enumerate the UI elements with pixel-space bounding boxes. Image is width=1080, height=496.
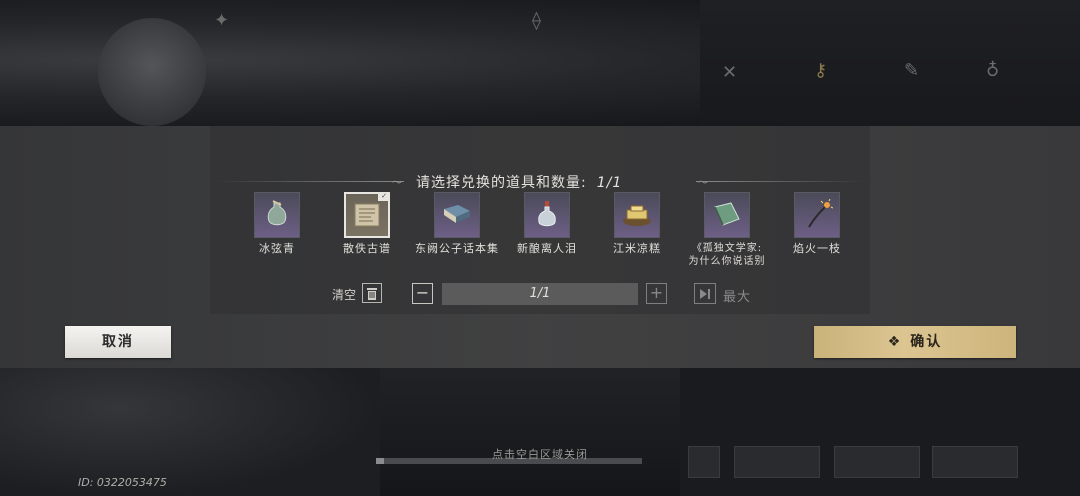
book-icon <box>434 192 480 238</box>
item-slot[interactable]: 东阙公子话本集 <box>412 192 502 256</box>
minimap <box>98 18 206 126</box>
lantern-icon: ✦ <box>214 10 230 31</box>
skip-to-end-icon <box>700 288 710 299</box>
title-divider-left <box>214 181 404 182</box>
decrease-button[interactable]: − <box>412 283 433 304</box>
quantity-row: 清空 − 1/1 + 最大 <box>330 282 760 306</box>
item-name: 东阙公子话本集 <box>415 242 499 255</box>
minus-icon: − <box>415 283 430 302</box>
vase-icon <box>254 192 300 238</box>
scroll-icon: ✓ <box>344 192 390 238</box>
clear-button[interactable] <box>362 283 382 303</box>
diamond-icon: ❖ <box>887 334 903 350</box>
dialog-title: 请选择兑换的道具和数量: 1/1 <box>416 172 622 192</box>
quantity-slider[interactable]: 1/1 <box>442 283 638 305</box>
key-icon: ⚷ <box>814 60 828 81</box>
increase-button[interactable]: + <box>646 283 667 304</box>
trash-icon <box>367 287 377 300</box>
item-slot[interactable]: 冰弦青 <box>232 192 322 256</box>
dialog-title-row: 〜 请选择兑换的道具和数量: 1/1 〜 <box>214 172 866 192</box>
max-label: 最大 <box>723 290 752 305</box>
close-x-icon: ✕ <box>722 62 738 83</box>
plus-icon: + <box>649 283 664 302</box>
title-divider-right <box>696 181 866 182</box>
dialog-title-text: 请选择兑换的道具和数量: <box>416 175 587 191</box>
background-inventory-panel <box>700 0 1080 126</box>
confirm-button-label: 确认 <box>910 334 943 350</box>
item-slot[interactable]: 焰火一枝 <box>772 192 862 256</box>
item-slot-selected[interactable]: ✓ 散佚古谱 <box>322 192 412 256</box>
cake-icon <box>614 192 660 238</box>
bottle-icon <box>524 192 570 238</box>
item-slot[interactable]: 新酿离人泪 <box>502 192 592 256</box>
item-slot[interactable]: 《孤独文学家: 为什么你说话别 <box>682 192 772 268</box>
item-name: 江米凉糕 <box>613 242 661 255</box>
brush-icon: ✎ <box>904 60 920 81</box>
item-name: 冰弦青 <box>259 242 295 255</box>
item-name: 散佚古谱 <box>343 242 391 255</box>
cancel-button[interactable]: 取消 <box>65 326 171 358</box>
compass-icon: ⟠ <box>532 10 541 31</box>
firework-icon <box>794 192 840 238</box>
background-bottom-left <box>0 368 380 496</box>
clear-label: 清空 <box>332 288 357 302</box>
user-id: ID: 0322053475 <box>78 476 167 489</box>
dialog-title-count: 1/1 <box>596 175 623 191</box>
item-slot[interactable]: 江米凉糕 <box>592 192 682 256</box>
item-name: 《孤独文学家: 为什么你说话别 <box>688 243 766 267</box>
gourd-icon: ♁ <box>986 60 1000 81</box>
close-hint[interactable]: 点击空白区域关闭 <box>0 446 1080 462</box>
cancel-button-label: 取消 <box>102 334 134 350</box>
item-name: 新酿离人泪 <box>517 242 577 255</box>
confirm-button[interactable]: ❖ 确认 <box>814 326 1016 358</box>
exchange-dialog: 〜 请选择兑换的道具和数量: 1/1 〜 冰弦青 ✓ 散佚古谱 东阙公子话本集 … <box>0 126 1080 368</box>
item-name: 焰火一枝 <box>793 242 841 255</box>
title-ornament-left-icon: 〜 <box>392 178 402 189</box>
book-green-icon <box>704 192 750 238</box>
item-list: 冰弦青 ✓ 散佚古谱 东阙公子话本集 新酿离人泪 江米凉糕 《孤独文学家: 为什… <box>232 192 852 272</box>
max-button[interactable] <box>694 283 716 304</box>
